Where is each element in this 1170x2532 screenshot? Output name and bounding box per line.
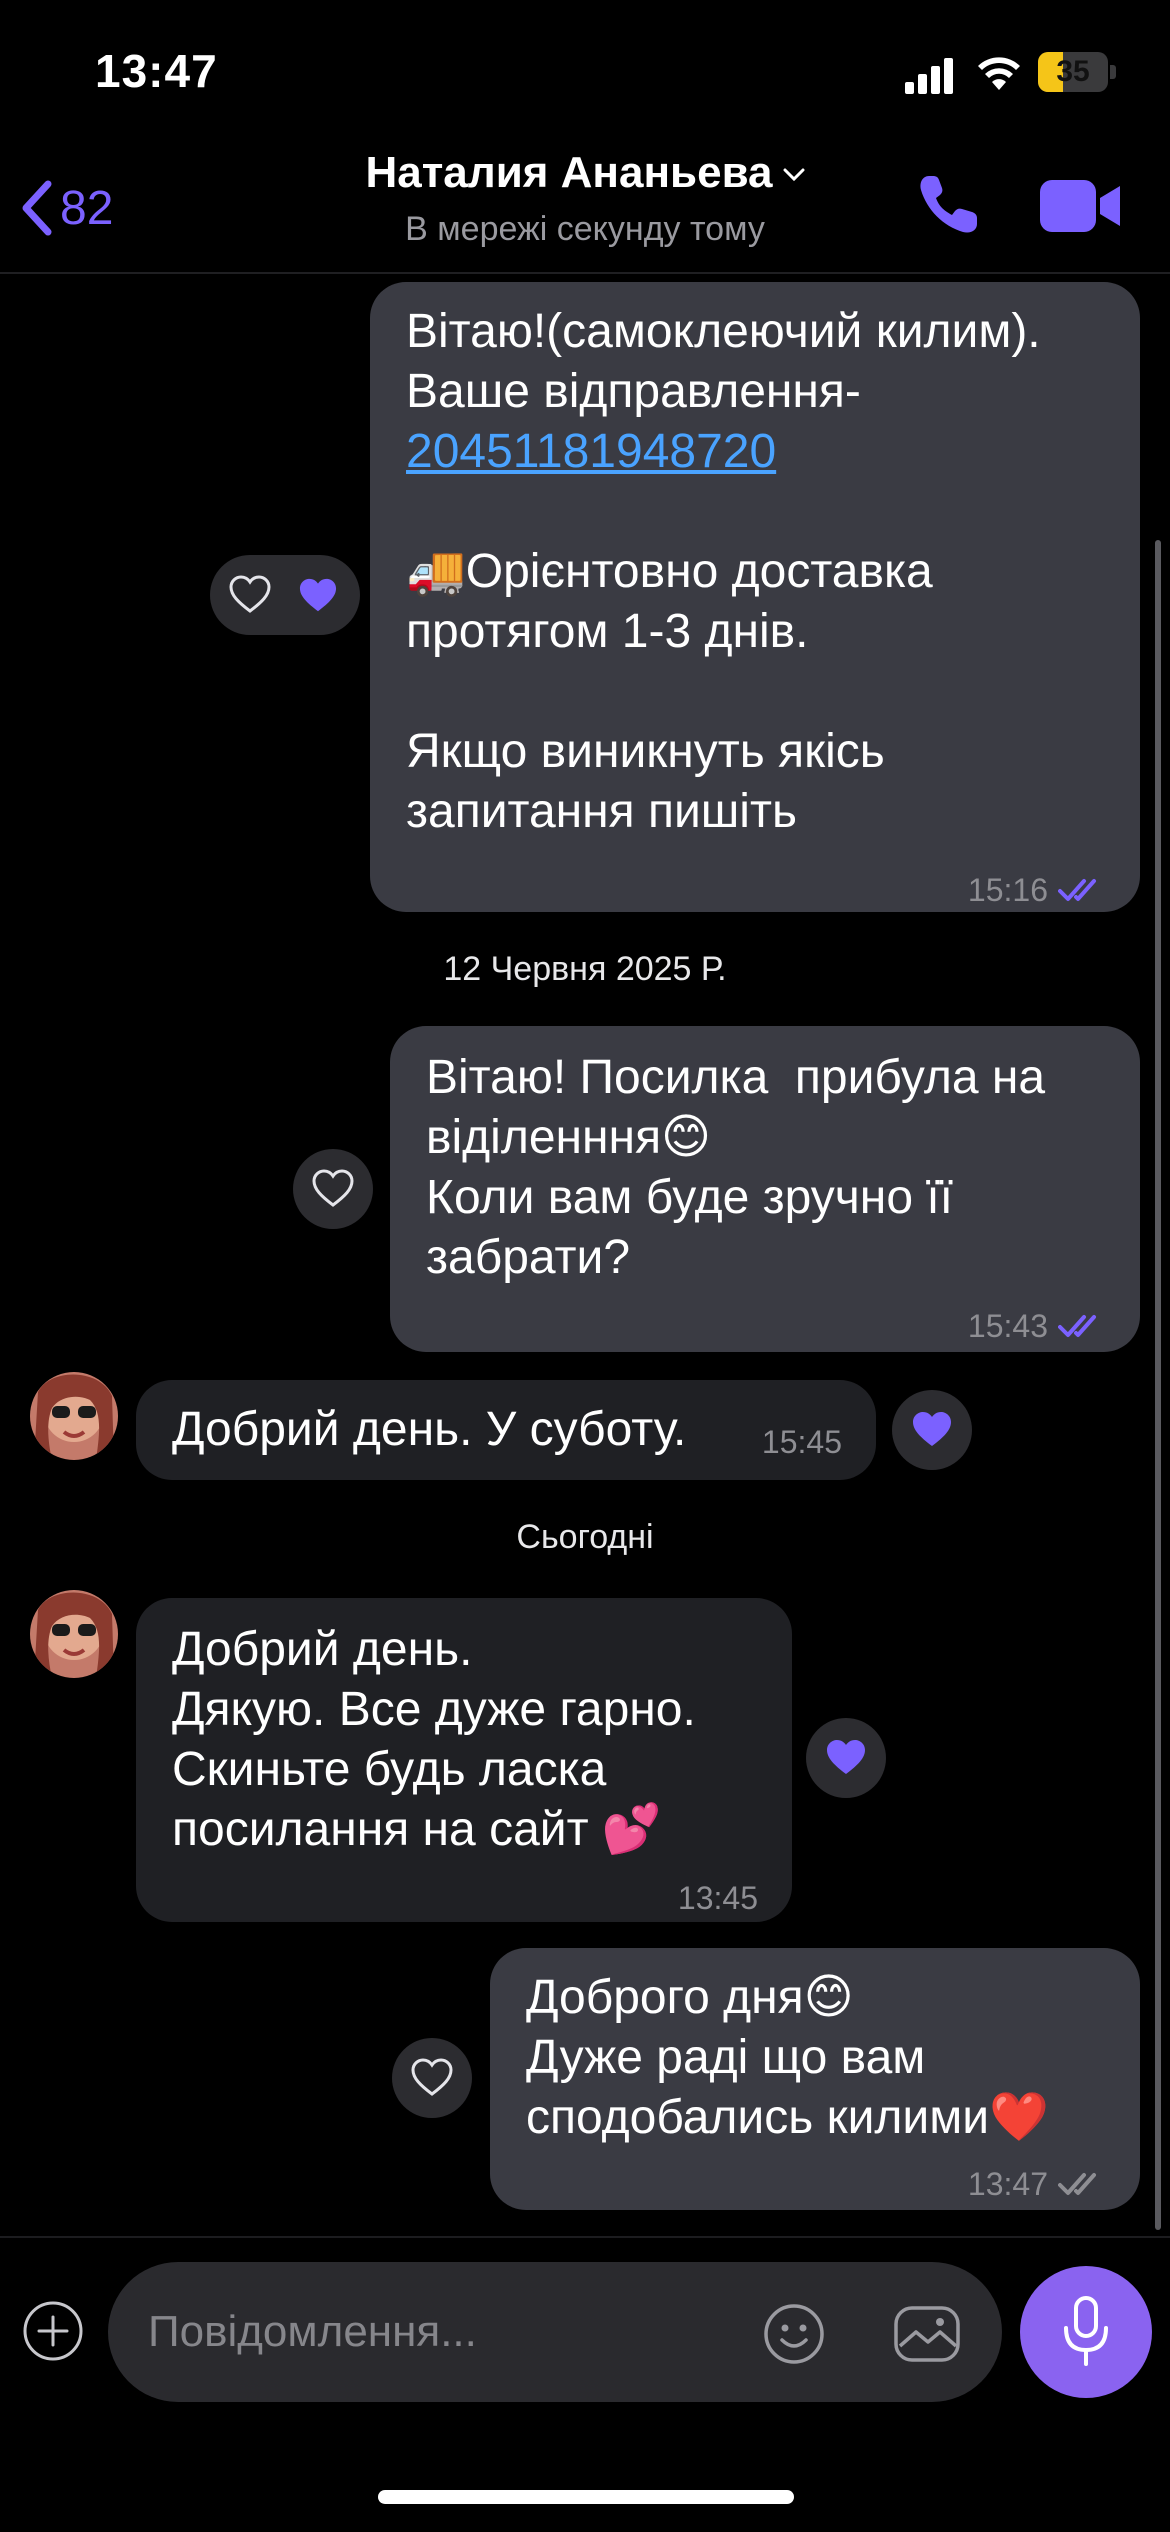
message-bubble-incoming[interactable]: Добрий день. Дякую. Все дуже гарно. Скин… — [136, 1598, 792, 1922]
message-text-line: посилання на сайт 💕 — [172, 1803, 662, 1856]
reaction-button[interactable] — [293, 1149, 373, 1229]
phone-call-icon[interactable] — [915, 172, 981, 238]
heart-filled-icon — [913, 1412, 951, 1446]
heart-filled-icon — [299, 578, 337, 612]
message-bubble-outgoing[interactable]: Доброго дня😊 Дуже раді що вам сподобалис… — [490, 1948, 1140, 2210]
microphone-icon — [1064, 2296, 1108, 2366]
message-bubble-incoming[interactable]: Добрий день. У суботу. 15:45 — [136, 1380, 876, 1480]
reaction-button[interactable] — [392, 2038, 472, 2118]
video-call-icon[interactable] — [1040, 178, 1122, 234]
message-bubble-outgoing[interactable]: Вітаю! Посилка прибула на віділенння😊 Ко… — [390, 1026, 1140, 1352]
message-time: 15:43 — [967, 1308, 1048, 1344]
tracking-number-link[interactable]: 20451181948720 — [406, 422, 1104, 482]
battery-icon: 35 — [1038, 52, 1116, 92]
reaction-pill[interactable] — [210, 555, 360, 635]
message-text-line: сподобались килими❤️ — [526, 2091, 1049, 2144]
message-text-line: віділенння😊 — [426, 1111, 712, 1164]
message-text-line: Ваше відправлення- — [406, 365, 861, 418]
heart-outline-icon — [312, 1169, 354, 1207]
message-text-line — [406, 662, 1104, 722]
message-meta: 15:43 — [968, 1296, 1110, 1356]
message-time: 13:47 — [967, 2166, 1048, 2202]
composer-divider — [0, 2236, 1170, 2238]
message-text-line: Коли вам буде зручно її — [426, 1171, 954, 1224]
message-time: 15:45 — [761, 1424, 842, 1460]
date-separator: 12 Червня 2025 Р. — [443, 950, 727, 988]
message-text-line: Вітаю!(самоклеючий килим). — [406, 305, 1041, 358]
message-meta: 13:47 — [968, 2154, 1110, 2214]
read-checkmarks-icon — [1058, 1315, 1096, 1337]
message-text-line: Якщо виникнуть якісь — [406, 725, 885, 778]
message-text-line: 🚚Орієнтовно доставка — [406, 545, 933, 598]
message-meta: 15:16 — [968, 860, 1110, 920]
contact-name: Наталия Ананьева — [365, 148, 773, 197]
message-text-line: запитання пишіть — [406, 785, 797, 838]
message-input[interactable]: Повідомлення... — [108, 2262, 1002, 2402]
add-attachment-icon[interactable] — [22, 2300, 84, 2362]
chat-scrollbar[interactable] — [1155, 540, 1161, 2230]
heart-outline-icon[interactable] — [228, 575, 272, 615]
home-indicator — [378, 2490, 794, 2504]
chevron-down-icon — [783, 168, 805, 182]
message-bubble-outgoing[interactable]: Вітаю!(самоклеючий килим). Ваше відправл… — [370, 282, 1140, 912]
reaction-button[interactable] — [892, 1390, 972, 1470]
status-time: 13:47 — [95, 45, 218, 97]
message-text-line: Дуже раді що вам — [526, 2031, 926, 2084]
date-separator: Сьогодні — [516, 1518, 654, 1556]
sticker-smiley-icon[interactable] — [762, 2302, 826, 2366]
contact-name-button[interactable]: Наталия Ананьева — [300, 148, 870, 198]
back-button[interactable]: 82 — [20, 178, 113, 238]
gallery-icon[interactable] — [892, 2302, 962, 2366]
cellular-signal-icon — [905, 58, 953, 94]
message-time: 15:16 — [967, 872, 1048, 908]
message-text-line: протягом 1-3 днів. — [406, 605, 809, 658]
message-time: 13:45 — [677, 1880, 758, 1916]
header-divider — [0, 272, 1170, 274]
message-text-line: Вітаю! Посилка прибула на — [426, 1051, 1046, 1104]
message-text-line: забрати? — [426, 1231, 631, 1284]
contact-avatar[interactable] — [30, 1590, 118, 1678]
message-text-line: Доброго дня😊 — [526, 1971, 854, 2024]
contact-status: В мережі секунду тому — [405, 210, 765, 248]
reaction-button[interactable] — [806, 1718, 886, 1798]
read-checkmarks-icon — [1058, 879, 1096, 901]
heart-outline-icon — [411, 2058, 453, 2096]
wifi-icon — [978, 57, 1020, 90]
chevron-left-icon — [22, 180, 52, 236]
message-text-line: Скиньте будь ласка — [172, 1743, 607, 1796]
message-text-line — [406, 482, 1104, 542]
voice-message-button[interactable] — [1020, 2266, 1152, 2398]
message-text-line: Добрий день. У суботу. — [172, 1403, 687, 1456]
message-text-line: Добрий день. — [172, 1623, 473, 1676]
unread-count: 82 — [60, 181, 114, 235]
heart-filled-icon — [827, 1740, 865, 1774]
delivered-checkmarks-icon — [1058, 2173, 1096, 2195]
message-text-line: Дякую. Все дуже гарно. — [172, 1683, 696, 1736]
battery-level: 35 — [1056, 55, 1090, 88]
contact-avatar[interactable] — [30, 1372, 118, 1460]
